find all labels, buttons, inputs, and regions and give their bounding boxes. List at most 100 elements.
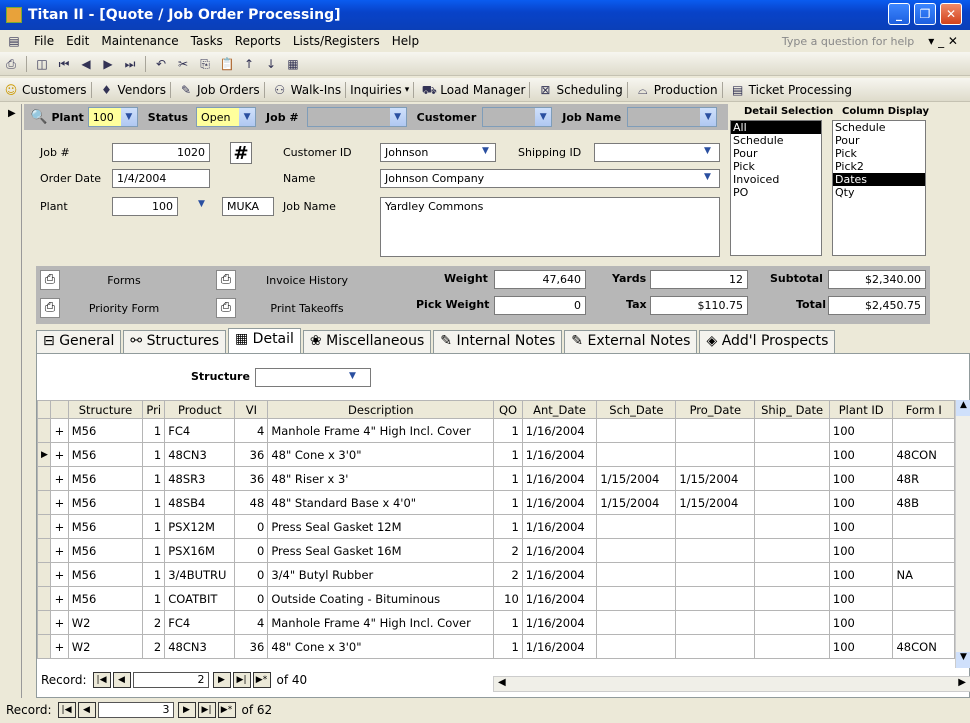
table-cell[interactable] xyxy=(754,418,830,443)
table-row[interactable]: + M56 1 COATBIT 0 Outside Coating - Bituminou… xyxy=(37,586,955,611)
table-cell[interactable]: 0 xyxy=(234,514,269,539)
forms-button[interactable]: Forms xyxy=(64,270,184,292)
table-cell[interactable]: 1 xyxy=(142,538,166,563)
sort-desc-icon[interactable]: ↓ xyxy=(263,56,279,72)
table-cell[interactable] xyxy=(892,514,955,539)
inner-last-record-icon[interactable]: ▶| xyxy=(232,672,251,688)
prev-record-icon[interactable]: ◀ xyxy=(78,56,94,72)
column-header[interactable]: Structure xyxy=(67,400,144,419)
table-cell[interactable] xyxy=(754,514,830,539)
list-item[interactable]: Schedule xyxy=(833,121,925,134)
expand-icon[interactable]: + xyxy=(50,418,69,443)
list-item[interactable]: All xyxy=(731,121,821,134)
outer-next-record-icon[interactable]: ▶ xyxy=(177,702,196,718)
filter-icon[interactable]: ▦ xyxy=(285,56,301,72)
table-row[interactable]: + M56 1 PSX16M 0 Press Seal Gasket 16M 2 1/16/2… xyxy=(37,538,955,563)
first-record-icon[interactable]: ⏮ xyxy=(56,56,72,72)
list-item[interactable]: Qty xyxy=(833,186,925,199)
column-header[interactable]: VI xyxy=(234,400,269,419)
table-cell[interactable]: 1/16/2004 xyxy=(521,418,598,443)
table-cell[interactable]: 1 xyxy=(142,418,166,443)
row-selector[interactable]: ▶ xyxy=(37,442,52,467)
table-cell[interactable]: 48" Riser x 3' xyxy=(267,466,495,491)
table-cell[interactable]: 1 xyxy=(493,442,523,467)
table-cell[interactable] xyxy=(675,418,756,443)
list-item[interactable]: Schedule xyxy=(731,134,821,147)
menu-edit[interactable]: Edit xyxy=(66,34,89,48)
print-takeoffs-button[interactable]: Print Takeoffs xyxy=(242,298,372,320)
table-cell[interactable] xyxy=(675,538,756,563)
expand-icon[interactable]: + xyxy=(50,442,69,467)
row-selector[interactable] xyxy=(37,610,52,635)
record-selector[interactable]: ▶ xyxy=(2,104,22,698)
plant-code-field[interactable]: MUKA xyxy=(222,197,274,216)
table-cell[interactable]: 2 xyxy=(493,562,523,587)
help-search-input[interactable]: Type a question for help xyxy=(782,35,914,48)
table-cell[interactable]: 1 xyxy=(142,490,166,515)
table-cell[interactable] xyxy=(754,538,830,563)
table-cell[interactable]: 100 xyxy=(828,490,894,515)
table-cell[interactable]: NA xyxy=(892,562,955,587)
grid-vertical-scrollbar[interactable]: ▲ ▼ xyxy=(955,400,970,668)
row-selector[interactable] xyxy=(37,418,52,443)
window-controls-mini[interactable]: ▾ _ ✕ xyxy=(928,34,958,48)
table-cell[interactable]: 4 xyxy=(234,418,269,443)
nav-customers[interactable]: Customers xyxy=(22,83,87,97)
outer-last-record-icon[interactable]: ▶| xyxy=(197,702,216,718)
table-cell[interactable] xyxy=(892,586,955,611)
table-cell[interactable]: 10 xyxy=(493,586,523,611)
close-button[interactable]: ✕ xyxy=(940,3,962,25)
table-cell[interactable]: 1 xyxy=(142,466,166,491)
table-cell[interactable]: 36 xyxy=(234,634,269,659)
table-cell[interactable]: M56 xyxy=(67,514,144,539)
table-cell[interactable] xyxy=(675,586,756,611)
column-header[interactable]: Description xyxy=(267,400,495,419)
tab-addl-prospects[interactable]: ◈ Add'l Prospects xyxy=(699,330,836,354)
sort-asc-icon[interactable]: ↑ xyxy=(241,56,257,72)
print-forms-icon[interactable]: ⎙ xyxy=(40,270,60,290)
plant-dropdown-icon[interactable]: ▼ xyxy=(198,199,205,209)
table-cell[interactable] xyxy=(596,514,677,539)
table-cell[interactable]: 2 xyxy=(142,610,166,635)
plant-field[interactable]: 100 xyxy=(112,197,178,216)
expand-icon[interactable]: + xyxy=(50,586,69,611)
table-cell[interactable]: 1/15/2004 xyxy=(596,490,677,515)
grid-horizontal-scrollbar[interactable]: ◀ ▶ xyxy=(493,676,970,692)
paste-icon[interactable]: 📋 xyxy=(219,56,235,72)
menu-help[interactable]: Help xyxy=(392,34,419,48)
table-cell[interactable]: 48" Cone x 3'0" xyxy=(267,442,495,467)
table-cell[interactable] xyxy=(754,586,830,611)
expand-icon[interactable]: + xyxy=(50,562,69,587)
table-cell[interactable]: 100 xyxy=(828,562,894,587)
table-cell[interactable]: 36 xyxy=(234,442,269,467)
inner-prev-record-icon[interactable]: ◀ xyxy=(112,672,131,688)
expand-icon[interactable]: + xyxy=(50,538,69,563)
table-cell[interactable]: 1/16/2004 xyxy=(521,562,598,587)
row-selector[interactable] xyxy=(37,538,52,563)
table-cell[interactable]: 1 xyxy=(493,610,523,635)
detail-selection-list[interactable]: All Schedule Pour Pick Invoiced PO xyxy=(730,120,822,256)
table-cell[interactable]: 1/16/2004 xyxy=(521,466,598,491)
priority-form-button[interactable]: Priority Form xyxy=(64,298,184,320)
nav-vendors[interactable]: Vendors xyxy=(118,83,166,97)
nav-scheduling[interactable]: Scheduling xyxy=(556,83,622,97)
table-cell[interactable]: COATBIT xyxy=(164,586,236,611)
table-cell[interactable]: 1 xyxy=(493,466,523,491)
row-selector[interactable] xyxy=(37,586,52,611)
table-cell[interactable]: M56 xyxy=(67,466,144,491)
tab-internal-notes[interactable]: ✎ Internal Notes xyxy=(433,330,563,354)
column-header[interactable]: Pri xyxy=(142,400,166,419)
menu-lists[interactable]: Lists/Registers xyxy=(293,34,380,48)
undo-icon[interactable]: ↶ xyxy=(153,56,169,72)
row-selector[interactable] xyxy=(37,490,52,515)
outer-prev-record-icon[interactable]: ◀ xyxy=(77,702,96,718)
table-cell[interactable]: 100 xyxy=(828,514,894,539)
table-cell[interactable]: Press Seal Gasket 16M xyxy=(267,538,495,563)
column-header[interactable]: Product xyxy=(164,400,236,419)
table-cell[interactable] xyxy=(596,442,677,467)
table-cell[interactable]: M56 xyxy=(67,562,144,587)
table-cell[interactable] xyxy=(754,466,830,491)
table-cell[interactable] xyxy=(675,442,756,467)
table-cell[interactable]: W2 xyxy=(67,610,144,635)
table-row[interactable]: + M56 1 48SR3 36 48" Riser x 3' 1 1/16/2004 1/15… xyxy=(37,466,955,491)
